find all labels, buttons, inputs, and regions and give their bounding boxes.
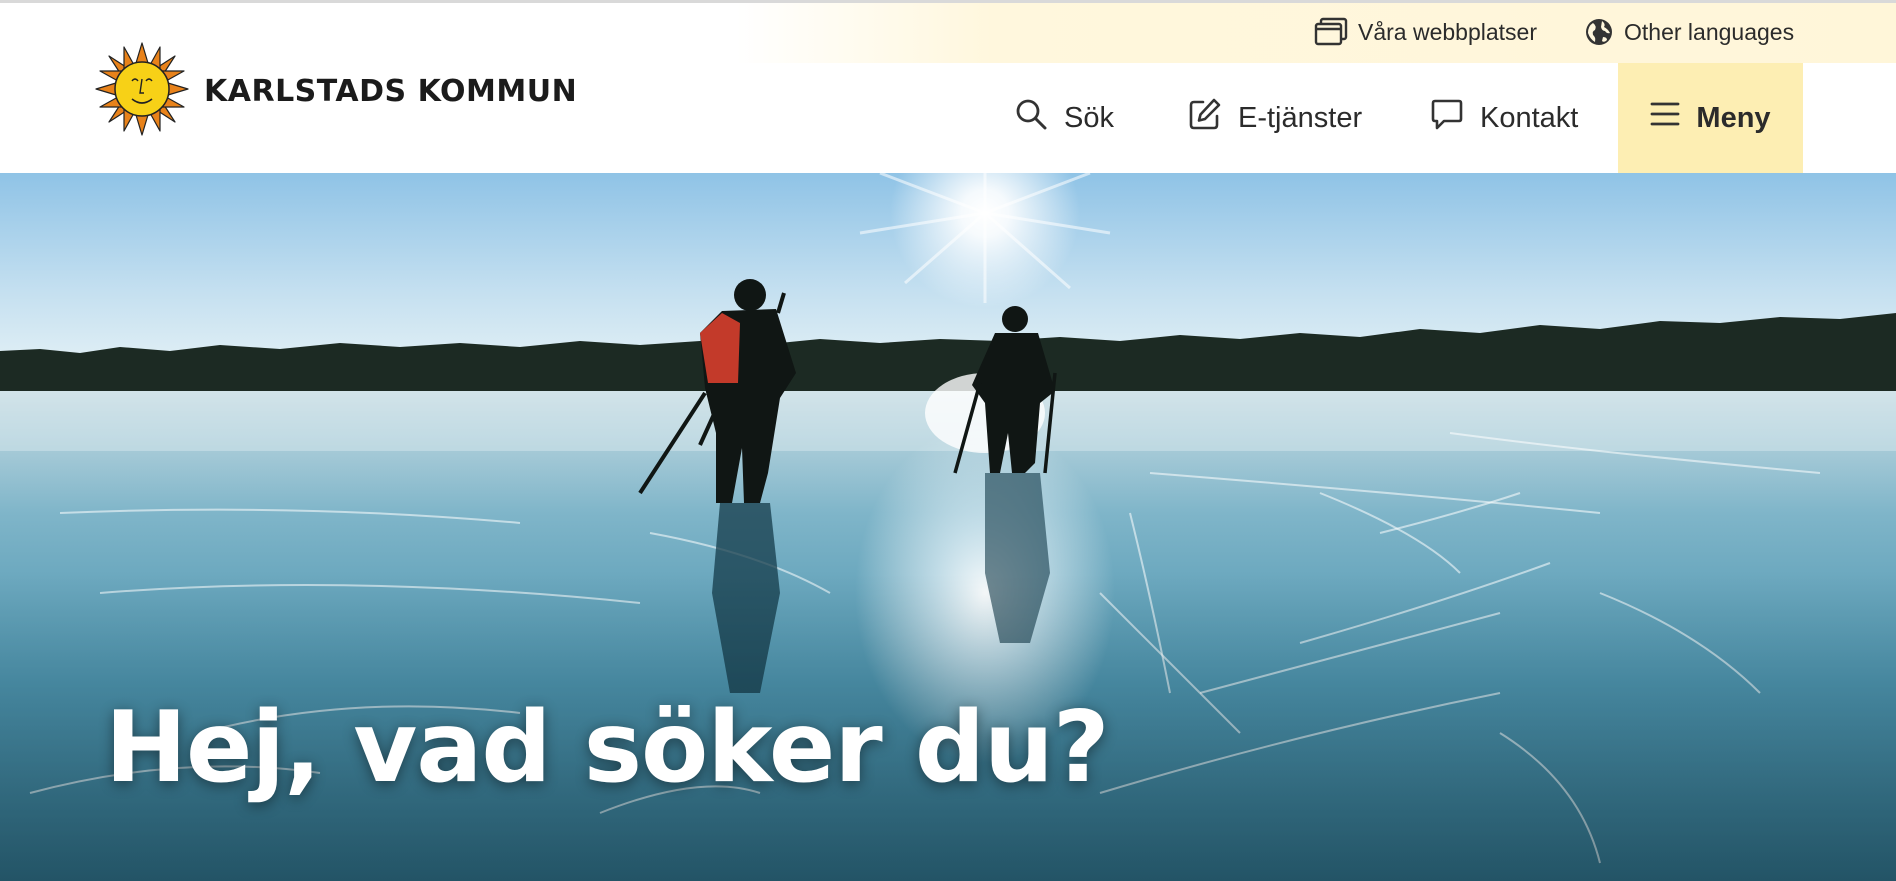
hamburger-icon	[1650, 101, 1680, 135]
our-websites-label: Våra webbplatser	[1358, 18, 1537, 45]
menu-label: Meny	[1696, 101, 1771, 134]
other-languages-label: Other languages	[1624, 18, 1795, 45]
edit-icon	[1188, 97, 1222, 139]
other-languages-link[interactable]: Other languages	[1584, 17, 1794, 47]
search-icon	[1014, 97, 1048, 139]
search-button[interactable]: Sök	[1014, 63, 1114, 173]
globe-icon	[1584, 17, 1614, 47]
e-services-button[interactable]: E-tjänster	[1188, 63, 1362, 173]
menu-button[interactable]: Meny	[1618, 63, 1803, 173]
site-header: KARLSTADS KOMMUN Våra webbplatser Other …	[0, 3, 1896, 173]
speech-bubble-icon	[1430, 97, 1464, 139]
contact-button[interactable]: Kontakt	[1430, 63, 1578, 173]
our-websites-link[interactable]: Våra webbplatser	[1314, 17, 1537, 47]
main-navigation: Sök E-tjänster Kontakt Meny	[0, 63, 1896, 173]
windows-icon	[1314, 17, 1348, 47]
hero-heading: Hej, vad söker du?	[105, 691, 1110, 805]
hero-banner: Hej, vad söker du?	[0, 173, 1896, 881]
e-services-label: E-tjänster	[1238, 101, 1363, 134]
search-label: Sök	[1064, 101, 1114, 134]
page: KARLSTADS KOMMUN Våra webbplatser Other …	[0, 0, 1896, 881]
contact-label: Kontakt	[1480, 101, 1579, 134]
